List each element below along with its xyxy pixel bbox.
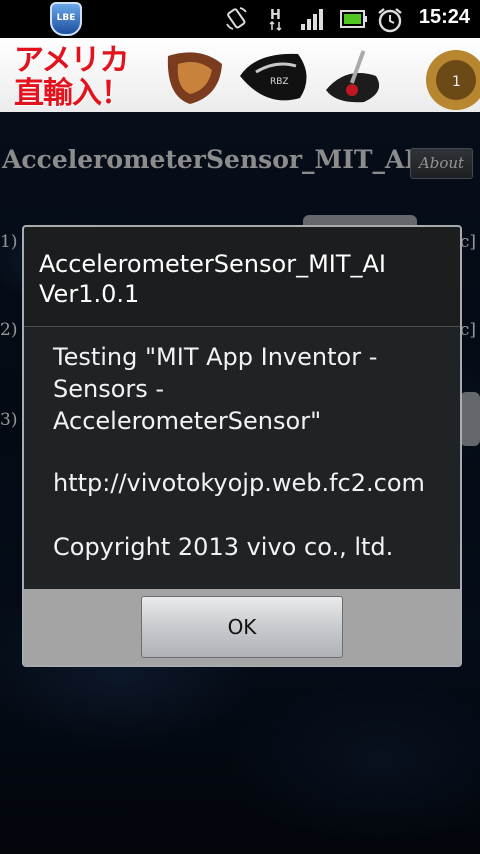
- lbe-app-icon: LBE: [50, 2, 82, 36]
- dialog-message-line3: AccelerometerSensor": [53, 407, 322, 435]
- alarm-icon: [378, 8, 402, 33]
- signal-bars-icon: [301, 9, 323, 30]
- ad-headline-line1: アメリカ: [14, 43, 130, 78]
- dialog-button-bar: OK: [24, 589, 460, 665]
- dialog-title: AccelerometerSensor_MIT_AI Ver1.0.1: [39, 249, 449, 309]
- battery-icon: [340, 10, 367, 28]
- driver-club-image: RBZ: [240, 53, 307, 101]
- dialog-url: http://vivotokyojp.web.fc2.com: [53, 469, 425, 497]
- dialog-title-line2: Ver1.0.1: [39, 280, 140, 308]
- svg-text:1: 1: [452, 74, 461, 90]
- dialog-title-line1: AccelerometerSensor_MIT_AI: [39, 250, 387, 278]
- putter-club-image: [326, 50, 380, 103]
- golf-club-image: [167, 52, 222, 104]
- ok-button[interactable]: OK: [141, 596, 343, 658]
- ad-headline: アメリカ 直輸入！: [14, 44, 174, 110]
- wood-club-image: 1: [426, 50, 480, 110]
- svg-text:RBZ: RBZ: [270, 77, 289, 87]
- about-dialog: AccelerometerSensor_MIT_AI Ver1.0.1 Test…: [22, 225, 462, 667]
- status-bar: LBE H 15:24: [0, 0, 480, 38]
- rotate-icon: [226, 7, 247, 30]
- clock: 15:24: [418, 6, 470, 28]
- signal-h-icon: H: [269, 8, 282, 32]
- ad-banner[interactable]: アメリカ 直輸入！ RBZ 1: [0, 38, 480, 112]
- dialog-message-line1: Testing "MIT App Inventor -: [53, 343, 378, 371]
- dialog-copyright: Copyright 2013 vivo co., ltd.: [53, 533, 394, 561]
- ad-headline-line2: 直輸入！: [14, 76, 131, 111]
- dialog-body: Testing "MIT App Inventor - Sensors - Ac…: [24, 327, 460, 589]
- dialog-message-line2: Sensors -: [53, 375, 165, 403]
- svg-text:H: H: [270, 8, 281, 23]
